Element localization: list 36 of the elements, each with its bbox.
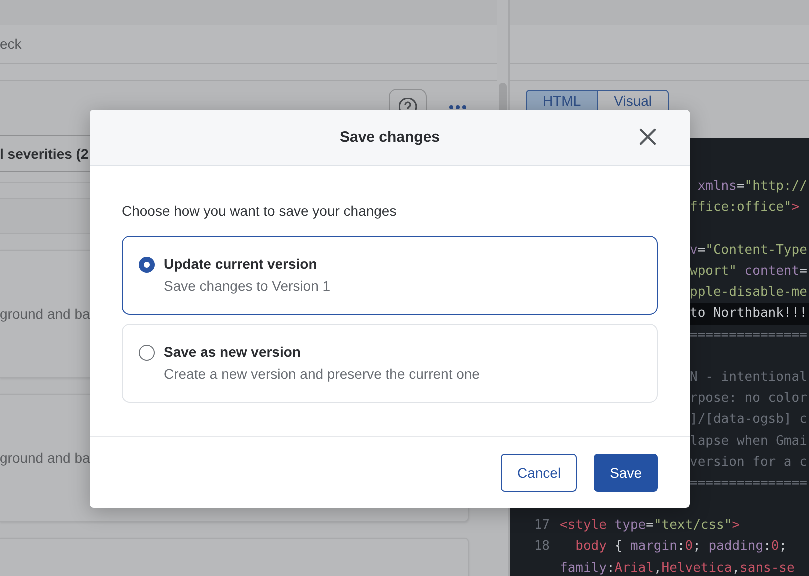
- code-line: ffice:office">: [690, 199, 800, 218]
- code-line: to Northbank!!!: [690, 305, 808, 324]
- code-line: lapse when Gmai: [690, 432, 808, 451]
- option-label: Save as new version: [164, 344, 302, 360]
- cancel-button[interactable]: Cancel: [501, 454, 578, 492]
- close-icon[interactable]: [638, 127, 658, 147]
- severity-filter-tab[interactable]: l severities (2: [0, 146, 89, 162]
- code-line: N - intentional: [690, 368, 808, 387]
- option-description: Save changes to Version 1: [164, 278, 331, 294]
- option-label: Update current version: [164, 256, 318, 272]
- code-line: v="Content-Type: [690, 242, 808, 260]
- more-icon[interactable]: [449, 105, 467, 110]
- code-line: ===============: [690, 474, 808, 493]
- save-option[interactable]: Save as new version Create a new version and preserve the current one: [122, 324, 658, 403]
- line-number: 18: [533, 539, 550, 554]
- code-line: ]/[data-ogsb] c: [690, 411, 808, 430]
- radio-button[interactable]: [139, 345, 155, 361]
- code-line: xmlns="http://: [696, 178, 808, 196]
- dialog-title: Save changes: [340, 129, 440, 146]
- option-description: Create a new version and preserve the current one: [164, 366, 480, 382]
- code-line: <style type="text/css">: [560, 517, 740, 536]
- code-line: family:Arial,Helvetica,sans-se: [560, 560, 795, 576]
- code-line: version for a c: [690, 454, 808, 472]
- radio-button[interactable]: [139, 257, 155, 273]
- breadcrumb[interactable]: eck: [0, 36, 22, 52]
- code-line: rpose: no color: [690, 390, 808, 408]
- code-line: ===============: [690, 326, 808, 345]
- code-line: pple-disable-me: [690, 284, 808, 302]
- card-text: ground and ba: [0, 450, 90, 466]
- line-number: 17: [533, 518, 550, 534]
- code-line: body { margin:0; padding:0;: [574, 538, 788, 556]
- card-text: ground and ba: [0, 306, 90, 322]
- save-button[interactable]: Save: [594, 454, 658, 492]
- code-line: wport" content=: [690, 263, 808, 282]
- dialog-prompt: Choose how you want to save your changes: [122, 203, 398, 219]
- save-option[interactable]: Update current version Save changes to Version 1: [122, 236, 658, 315]
